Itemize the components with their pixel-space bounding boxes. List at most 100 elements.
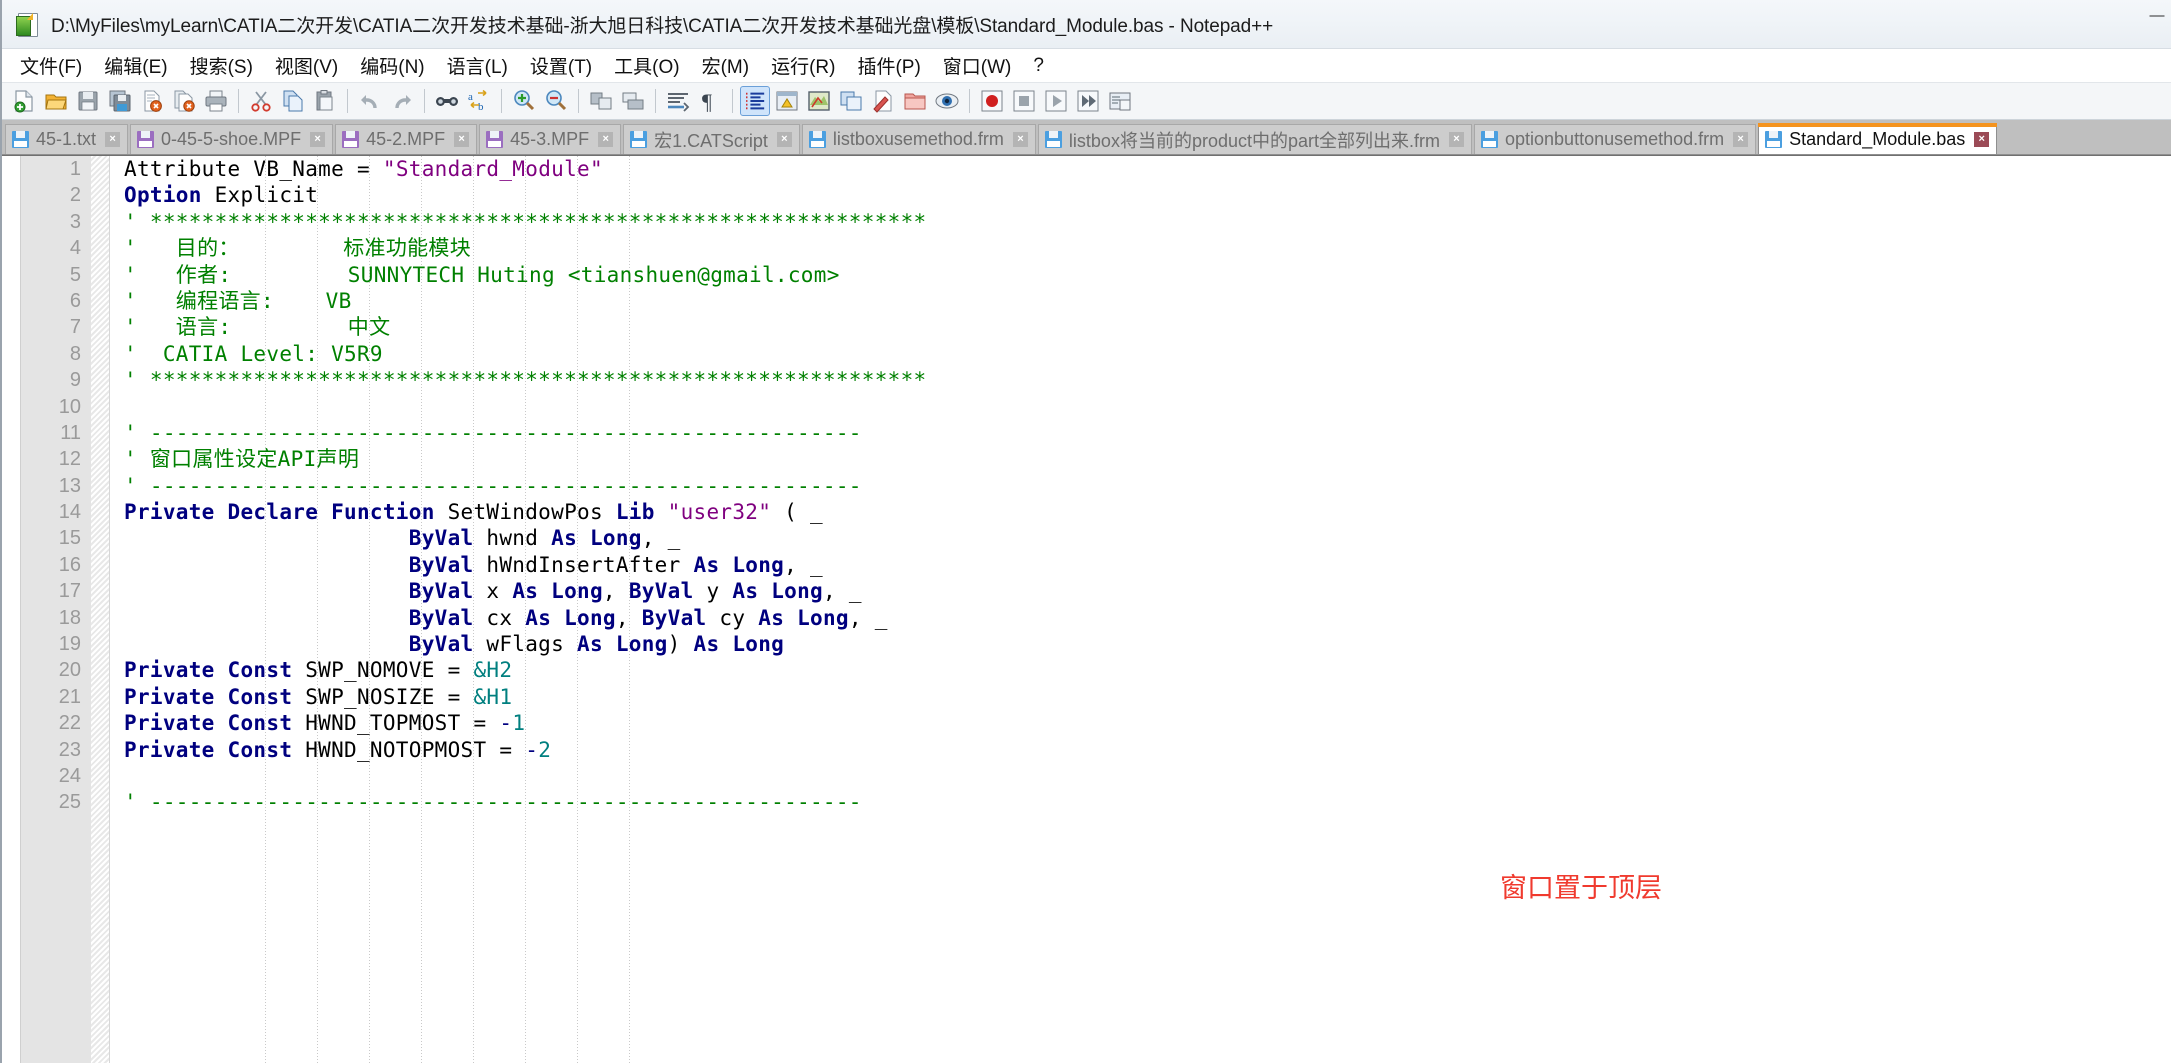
code-line[interactable]: ' --------------------------------------…: [110, 420, 2171, 446]
user-defined-language-icon[interactable]: [772, 86, 802, 116]
code-line[interactable]: ' 语言: 中文: [110, 314, 2171, 340]
menu-edit[interactable]: 编辑(E): [93, 49, 178, 82]
code-line[interactable]: ' 作者: SUNNYTECH Huting <tianshuen@gmail.…: [110, 262, 2171, 288]
fold-margin[interactable]: [91, 156, 110, 1063]
code-line[interactable]: Private Const HWND_TOPMOST = -1: [110, 710, 2171, 736]
menu-search[interactable]: 搜索(S): [179, 49, 264, 82]
tab-active-indicator: [1038, 124, 1472, 128]
cut-icon[interactable]: [246, 86, 276, 116]
zoom-out-icon[interactable]: [541, 86, 571, 116]
menu-encoding[interactable]: 编码(N): [349, 49, 435, 82]
function-list-icon[interactable]: [836, 86, 866, 116]
indent-guideline-icon[interactable]: [740, 86, 770, 116]
run-macro-multiple-icon[interactable]: [1073, 86, 1103, 116]
save-icon[interactable]: [73, 86, 103, 116]
run-icon[interactable]: [1105, 86, 1135, 116]
code-line[interactable]: ByVal hWndInsertAfter As Long, _: [110, 552, 2171, 578]
code-canvas[interactable]: Attribute VB_Name = "Standard_Module" Opt…: [110, 156, 2171, 1063]
bookmark-margin[interactable]: [2, 156, 21, 1063]
code-line[interactable]: Private Const HWND_NOTOPMOST = -2: [110, 737, 2171, 763]
code-line[interactable]: Private Const SWP_NOMOVE = &H2: [110, 657, 2171, 683]
zoom-in-icon[interactable]: [509, 86, 539, 116]
new-file-icon[interactable]: [9, 86, 39, 116]
code-token: As Long: [693, 632, 785, 657]
code-line[interactable]: ByVal hwnd As Long, _: [110, 525, 2171, 551]
tab-close-button[interactable]: ×: [310, 132, 326, 147]
floppy-disk-icon: [1044, 131, 1062, 148]
tab-active-indicator: [623, 124, 800, 128]
menu-view[interactable]: 视图(V): [264, 49, 349, 82]
code-line[interactable]: ByVal wFlags As Long) As Long: [110, 631, 2171, 657]
folder-as-workspace-icon[interactable]: [900, 86, 930, 116]
paste-icon[interactable]: [310, 86, 340, 116]
code-line[interactable]: ' 窗口属性设定API声明: [110, 446, 2171, 472]
minimize-button[interactable]: —: [2143, 0, 2171, 30]
code-line[interactable]: ' 目的： 标准功能模块: [110, 235, 2171, 261]
menu-window[interactable]: 窗口(W): [932, 49, 1023, 82]
code-line[interactable]: Private Const SWP_NOSIZE = &H1: [110, 684, 2171, 710]
sync-vertical-scroll-icon[interactable]: [586, 86, 616, 116]
monitoring-eye-icon[interactable]: [932, 86, 962, 116]
menu-tools[interactable]: 工具(O): [603, 49, 690, 82]
menu-help[interactable]: ?: [1022, 52, 1055, 80]
tab-close-button[interactable]: ×: [105, 132, 121, 147]
menu-macro[interactable]: 宏(M): [691, 49, 760, 82]
code-line[interactable]: Option Explicit: [110, 182, 2171, 208]
code-line[interactable]: ByVal cx As Long, ByVal cy As Long, _: [110, 605, 2171, 631]
stop-recording-icon[interactable]: [1009, 86, 1039, 116]
replace-icon[interactable]: a b: [464, 86, 494, 116]
monitoring-icon[interactable]: [868, 86, 898, 116]
tab-close-button[interactable]: ×: [1449, 132, 1464, 147]
code-line[interactable]: Private Declare Function SetWindowPos Li…: [110, 499, 2171, 525]
save-all-icon[interactable]: [105, 86, 135, 116]
editor-area[interactable]: 1 2 3 4 5 6 7 8 9 10 11 12 13 14 15 16 17 18 19 20 21 22 23 24 2…: [2, 155, 2171, 1063]
tab-0-45-5-shoe-mpf[interactable]: 0-45-5-shoe.MPF ×: [130, 124, 334, 154]
copy-icon[interactable]: [278, 86, 308, 116]
code-line[interactable]: [110, 763, 2171, 789]
code-line[interactable]: ' CATIA Level: V5R9: [110, 341, 2171, 367]
tab-close-button[interactable]: ×: [1733, 132, 1749, 147]
tab-active-indicator: [1474, 124, 1756, 128]
tab-optionbuttonusemethod-frm[interactable]: optionbuttonusemethod.frm ×: [1474, 124, 1757, 154]
tab-close-button[interactable]: ×: [776, 132, 792, 147]
record-macro-icon[interactable]: [977, 86, 1007, 116]
menu-file[interactable]: 文件(F): [9, 49, 93, 82]
menu-language[interactable]: 语言(L): [436, 49, 519, 82]
menu-settings[interactable]: 设置(T): [519, 49, 603, 82]
code-line[interactable]: ' 编程语言: VB: [110, 288, 2171, 314]
playback-macro-icon[interactable]: [1041, 86, 1071, 116]
undo-icon[interactable]: [355, 86, 385, 116]
code-line[interactable]: [110, 394, 2171, 420]
close-file-icon[interactable]: [137, 86, 167, 116]
code-line[interactable]: ' **************************************…: [110, 209, 2171, 235]
tab-45-3-mpf[interactable]: 45-3.MPF ×: [479, 124, 622, 154]
code-line[interactable]: ' **************************************…: [110, 367, 2171, 393]
menu-run[interactable]: 运行(R): [760, 49, 846, 82]
code-token: Private Const: [124, 658, 293, 683]
close-all-icon[interactable]: [169, 86, 199, 116]
word-wrap-icon[interactable]: [663, 86, 693, 116]
code-line[interactable]: ' --------------------------------------…: [110, 473, 2171, 499]
tab-listboxusemethod-frm[interactable]: listboxusemethod.frm ×: [801, 124, 1036, 154]
tab-close-button[interactable]: ×: [454, 132, 470, 147]
code-line[interactable]: Attribute VB_Name = "Standard_Module": [110, 156, 2171, 182]
tab-45-1-txt[interactable]: 45-1.txt ×: [5, 124, 129, 154]
tab-macro1-catscript[interactable]: 宏1.CATScript ×: [623, 124, 800, 154]
find-icon[interactable]: [432, 86, 462, 116]
redo-icon[interactable]: [387, 86, 417, 116]
tab-close-button[interactable]: ×: [1974, 131, 1990, 147]
tab-standard-module-bas[interactable]: Standard_Module.bas ×: [1758, 123, 1998, 154]
show-all-characters-icon[interactable]: ¶: [695, 86, 725, 116]
open-file-icon[interactable]: [41, 86, 71, 116]
menu-plugins[interactable]: 插件(P): [846, 49, 931, 82]
code-line[interactable]: ByVal x As Long, ByVal y As Long, _: [110, 578, 2171, 604]
tab-close-button[interactable]: ×: [598, 132, 614, 147]
tab-45-2-mpf[interactable]: 45-2.MPF ×: [335, 124, 478, 154]
print-icon[interactable]: [201, 86, 231, 116]
sync-horizontal-scroll-icon[interactable]: [618, 86, 648, 116]
document-map-icon[interactable]: [804, 86, 834, 116]
tab-listbox-product-part-frm[interactable]: listbox将当前的product中的part全部列出来.frm ×: [1037, 124, 1472, 154]
code-token: ' CATIA Level: V5R9: [124, 341, 383, 366]
code-line[interactable]: ' --------------------------------------…: [110, 789, 2171, 815]
tab-close-button[interactable]: ×: [1012, 132, 1028, 147]
